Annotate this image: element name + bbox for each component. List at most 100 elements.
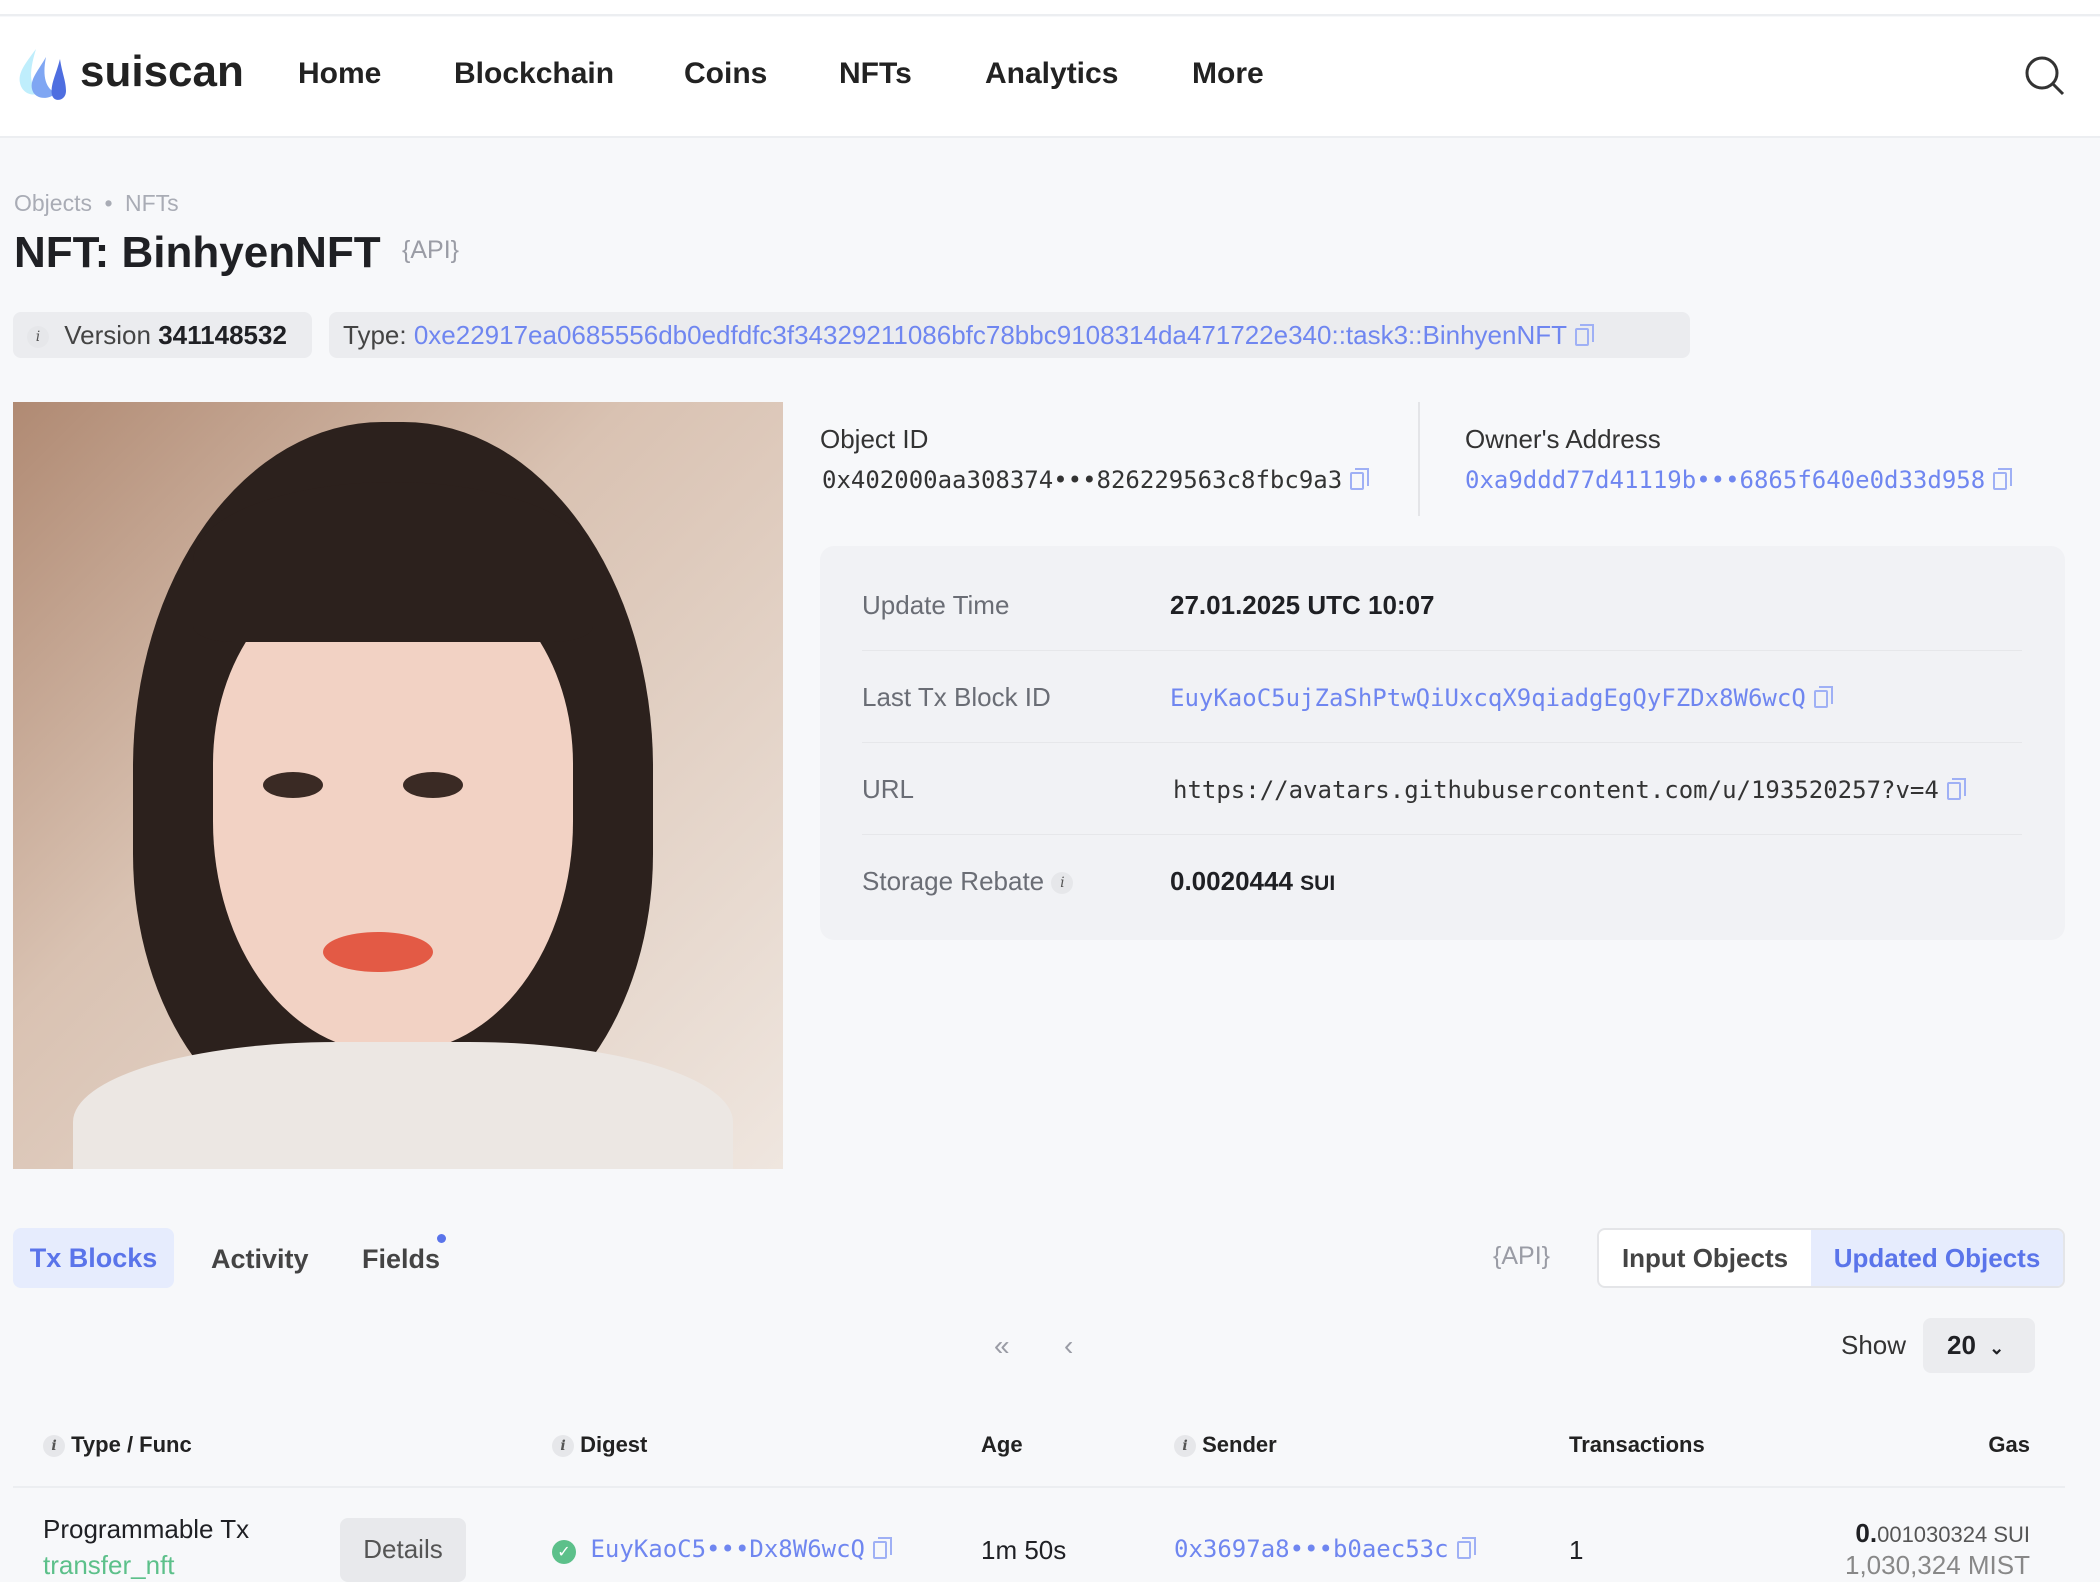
info-icon: i [43,1435,65,1458]
details-button[interactable]: Details [340,1518,466,1582]
storage-rebate-unit: SUI [1300,872,1336,895]
update-time-value: 27.01.2025 UTC 10:07 [1170,590,1435,620]
nav-analytics[interactable]: Analytics [985,57,1118,91]
object-toggle: Input Objects Updated Objects [1597,1228,2065,1288]
nav-coins[interactable]: Coins [684,57,767,91]
api-label: API [1501,1242,1542,1270]
page-size-select[interactable]: 20 ⌄ [1923,1318,2035,1373]
digest-link[interactable]: ✓ EuyKaoC5•••Dx8W6wcQ [552,1535,892,1564]
copy-icon[interactable] [1946,778,1966,800]
row-divider [862,742,2022,743]
copy-icon[interactable] [1993,468,2013,490]
storage-rebate-text: Storage Rebate [862,866,1045,896]
storage-rebate-value: 0.0020444 SUI [1170,866,1335,897]
header-digest: i Digest [552,1432,647,1458]
top-bar [0,0,2100,16]
nav-more[interactable]: More [1192,57,1264,91]
copy-icon[interactable] [1813,686,1833,708]
tab-tx-blocks[interactable]: Tx Blocks [13,1228,174,1288]
header-type-func-text: Type / Func [71,1432,192,1457]
url-text[interactable]: https://avatars.githubusercontent.com/u/… [1173,776,1939,804]
header-digest-text: Digest [580,1432,648,1457]
gas-lead: 0. [1855,1518,1878,1548]
page-size-value: 20 [1947,1330,1976,1360]
api-link[interactable]: {API} [1493,1242,1550,1271]
breadcrumb: Objects • NFTs [14,190,179,217]
suiscan-logo-icon[interactable] [16,47,68,103]
first-page-icon[interactable]: « [994,1330,1010,1362]
last-tx-label: Last Tx Block ID [862,682,1051,712]
prev-page-icon[interactable]: ‹ [1064,1330,1073,1362]
type-value-link[interactable]: 0xe22917ea0685556db0edfdfc3f34329211086b… [414,320,1567,350]
gas-mist: 1,030,324 MIST [1845,1550,2030,1580]
success-check-icon: ✓ [552,1540,576,1564]
input-objects-button[interactable]: Input Objects [1599,1230,1811,1286]
gas-sui: 0.001030324 SUI [1855,1518,2030,1549]
breadcrumb-objects[interactable]: Objects [14,190,92,216]
header-type-func: i Type / Func [43,1432,192,1458]
storage-rebate-label: Storage Rebate i [862,866,1074,897]
nav-nfts[interactable]: NFTs [839,57,912,91]
row-divider [862,834,2022,835]
info-icon: i [552,1435,574,1458]
details-card: Update Time 27.01.2025 UTC 10:07 Last Tx… [820,546,2065,940]
tx-func[interactable]: transfer_nft [43,1550,175,1581]
sender-link[interactable]: 0x3697a8•••b0aec53c [1174,1535,1476,1563]
nav-blockchain[interactable]: Blockchain [454,57,614,91]
type-pill: Type: 0xe22917ea0685556db0edfdfc3f343292… [329,312,1690,358]
divider [1418,402,1420,516]
info-icon: i [1174,1435,1196,1458]
info-icon: i [27,326,49,349]
type-label: Type: [343,320,407,350]
gas-rest: 001030324 SUI [1877,1522,2030,1547]
url-label: URL [862,774,915,804]
update-time-label: Update Time [862,590,1010,620]
sender-text: 0x3697a8•••b0aec53c [1174,1535,1449,1563]
last-tx-text: EuyKaoC5ujZaShPtwQiUxcqX9qiadgEgQyFZDx8W… [1170,684,1806,712]
api-label: API [410,236,451,264]
header-age: Age [981,1432,1023,1457]
nav-home[interactable]: Home [298,57,381,91]
owner-address-text: 0xa9ddd77d41119b•••6865f640e0d33d958 [1465,466,1986,494]
table-divider [13,1486,2065,1488]
search-icon[interactable] [2024,55,2066,102]
digest-text: EuyKaoC5•••Dx8W6wcQ [590,1535,865,1563]
object-id-value: 0x402000aa308374•••826229563c8fbc9a3 [822,466,1370,494]
owner-address-link[interactable]: 0xa9ddd77d41119b•••6865f640e0d33d958 [1465,466,2013,494]
object-id-text: 0x402000aa308374•••826229563c8fbc9a3 [822,466,1343,494]
object-id-label: Object ID [820,424,929,454]
show-label: Show [1841,1330,1907,1360]
notification-dot [437,1234,446,1243]
last-tx-link[interactable]: EuyKaoC5ujZaShPtwQiUxcqX9qiadgEgQyFZDx8W… [1170,684,1833,712]
header: suiscan Home Blockchain Coins NFTs Analy… [0,17,2100,138]
tx-count: 1 [1569,1535,1584,1565]
header-sender-text: Sender [1202,1432,1277,1457]
storage-rebate-amount: 0.0020444 [1170,866,1293,896]
tx-age: 1m 50s [981,1535,1067,1565]
row-divider [862,650,2022,651]
header-transactions: Transactions [1569,1432,1705,1457]
header-sender: i Sender [1174,1432,1277,1458]
nft-image [13,402,783,1169]
url-value: https://avatars.githubusercontent.com/u/… [1173,776,1966,804]
tab-fields[interactable]: Fields [362,1244,440,1275]
version-pill: i Version 341148532 [13,312,312,358]
api-link[interactable]: {API} [402,236,459,265]
tx-type: Programmable Tx [43,1514,250,1544]
breadcrumb-separator: • [104,190,113,216]
info-icon: i [1051,872,1074,895]
chevron-down-icon: ⌄ [1989,1338,2005,1358]
version-value: 341148532 [158,320,287,350]
brand-name[interactable]: suiscan [80,47,244,97]
copy-icon[interactable] [1350,468,1370,490]
breadcrumb-nfts[interactable]: NFTs [125,190,179,216]
copy-icon[interactable] [1456,1537,1476,1559]
owner-label: Owner's Address [1465,424,1661,454]
page-title: NFT: BinhyenNFT [14,228,381,277]
copy-icon[interactable] [1575,324,1595,347]
version-label: Version [64,320,151,350]
tab-activity[interactable]: Activity [211,1244,309,1275]
updated-objects-button[interactable]: Updated Objects [1811,1230,2063,1286]
copy-icon[interactable] [873,1537,892,1559]
header-gas: Gas [1988,1432,2030,1457]
